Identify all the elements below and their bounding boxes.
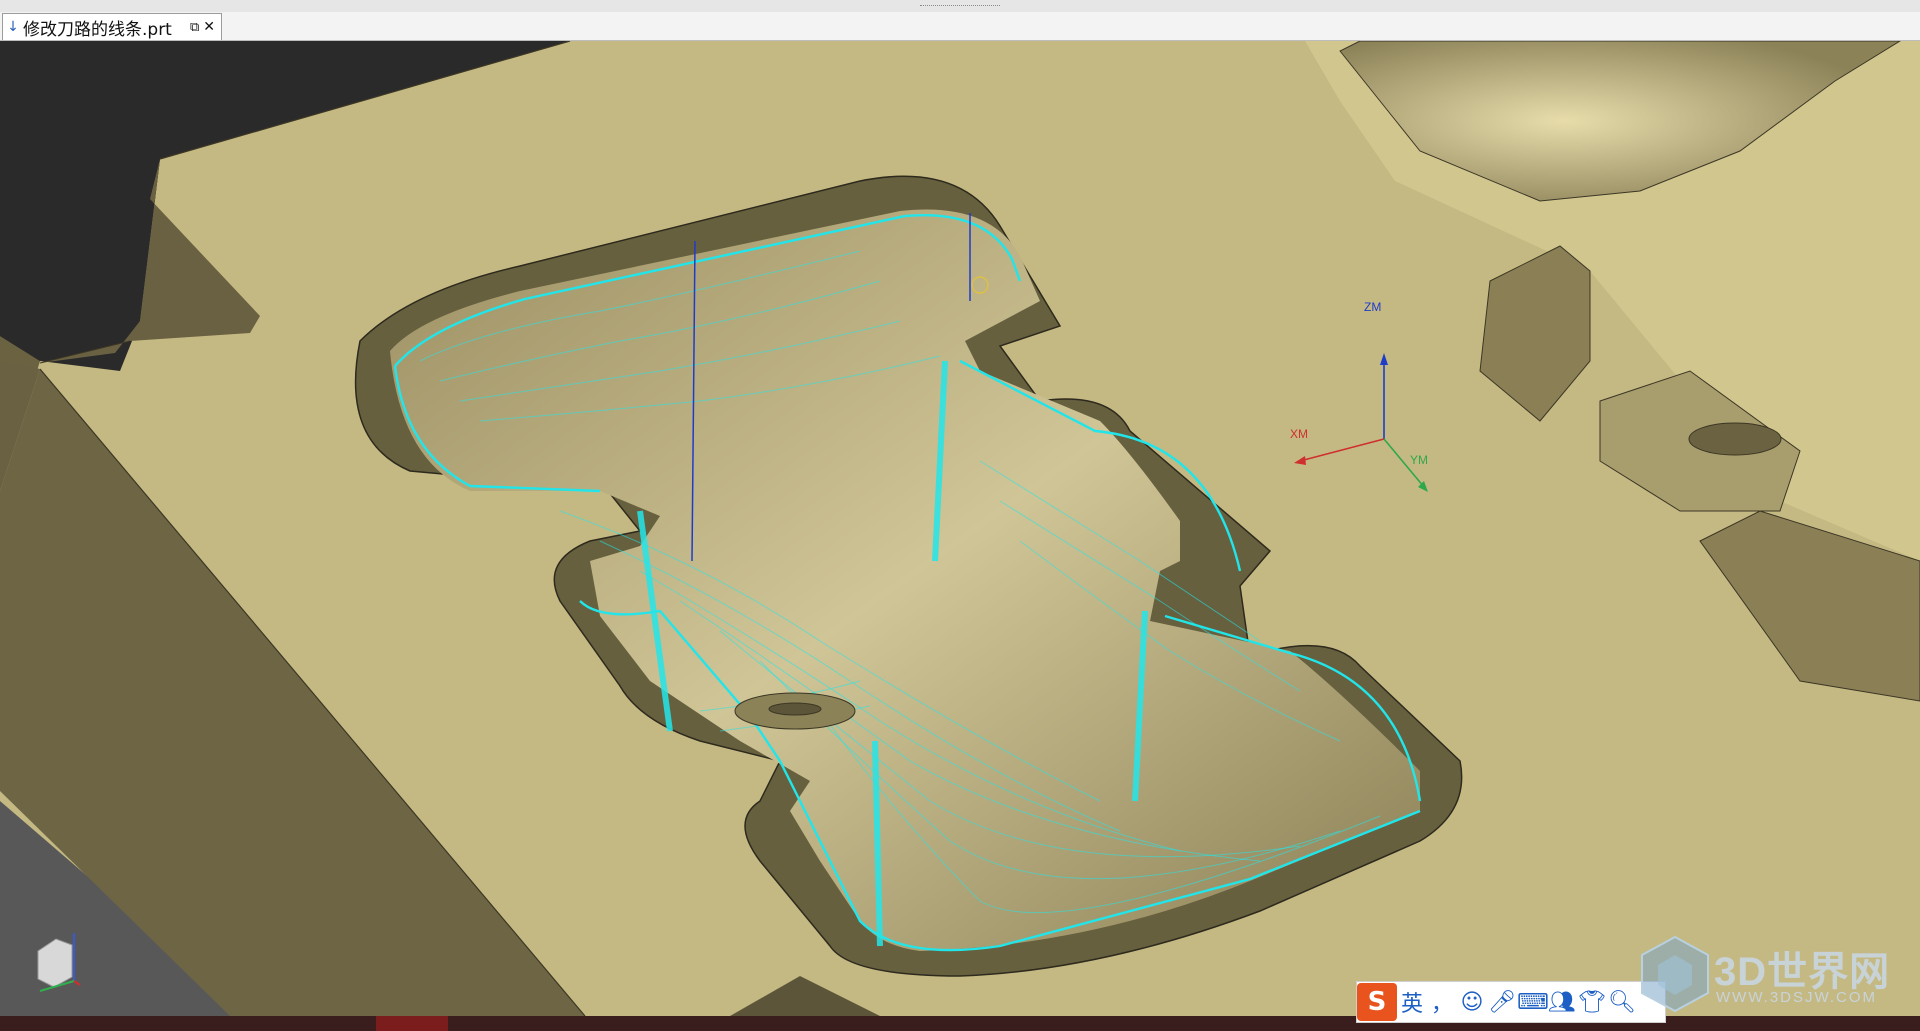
triad-z-label: ZM — [1364, 300, 1382, 314]
search-icon[interactable]: 🔍︎ — [1607, 990, 1637, 1015]
ime-mode-toggle[interactable]: 英 — [1397, 986, 1427, 1018]
watermark-url: WWW.3DSJW.COM — [1716, 989, 1877, 1006]
ime-punct-toggle[interactable]: ， — [1427, 986, 1457, 1018]
triad-x-label: XM — [1290, 427, 1308, 441]
ime-toolbar[interactable]: S 英 ， ☺ 🎤︎ ⌨ 👥︎ 👕︎ 🔍︎ — [1356, 981, 1666, 1023]
user-icon[interactable]: 👥︎ — [1547, 990, 1577, 1015]
skin-icon[interactable]: 👕︎ — [1577, 990, 1607, 1015]
cad-scene — [0, 41, 1920, 1016]
watermark-cube-icon — [1641, 935, 1709, 1013]
tab-title: 修改刀路的线条.prt — [23, 19, 172, 40]
tab-bar: ↓ 修改刀路的线条.prt ⧉ ✕ — [0, 12, 1920, 41]
emoji-icon[interactable]: ☺ — [1457, 990, 1487, 1015]
pin-icon[interactable]: ↓ — [3, 19, 23, 35]
bottom-bar-mark — [376, 1016, 448, 1031]
graphics-viewport[interactable]: ZM XM YM — [0, 41, 1920, 1016]
tab-document[interactable]: ↓ 修改刀路的线条.prt ⧉ ✕ — [2, 13, 222, 40]
slot-feature — [734, 692, 856, 730]
resize-grip[interactable] — [920, 5, 1000, 8]
sogou-logo-icon[interactable]: S — [1357, 983, 1397, 1021]
close-icon[interactable]: ✕ — [203, 19, 215, 35]
microphone-icon[interactable]: 🎤︎ — [1487, 990, 1517, 1015]
restore-icon[interactable]: ⧉ — [190, 20, 199, 35]
watermark: 3D世界网 WWW.3DSJW.COM — [1640, 935, 1910, 1015]
keyboard-icon[interactable]: ⌨ — [1517, 990, 1549, 1015]
triad-y-label: YM — [1410, 453, 1428, 467]
